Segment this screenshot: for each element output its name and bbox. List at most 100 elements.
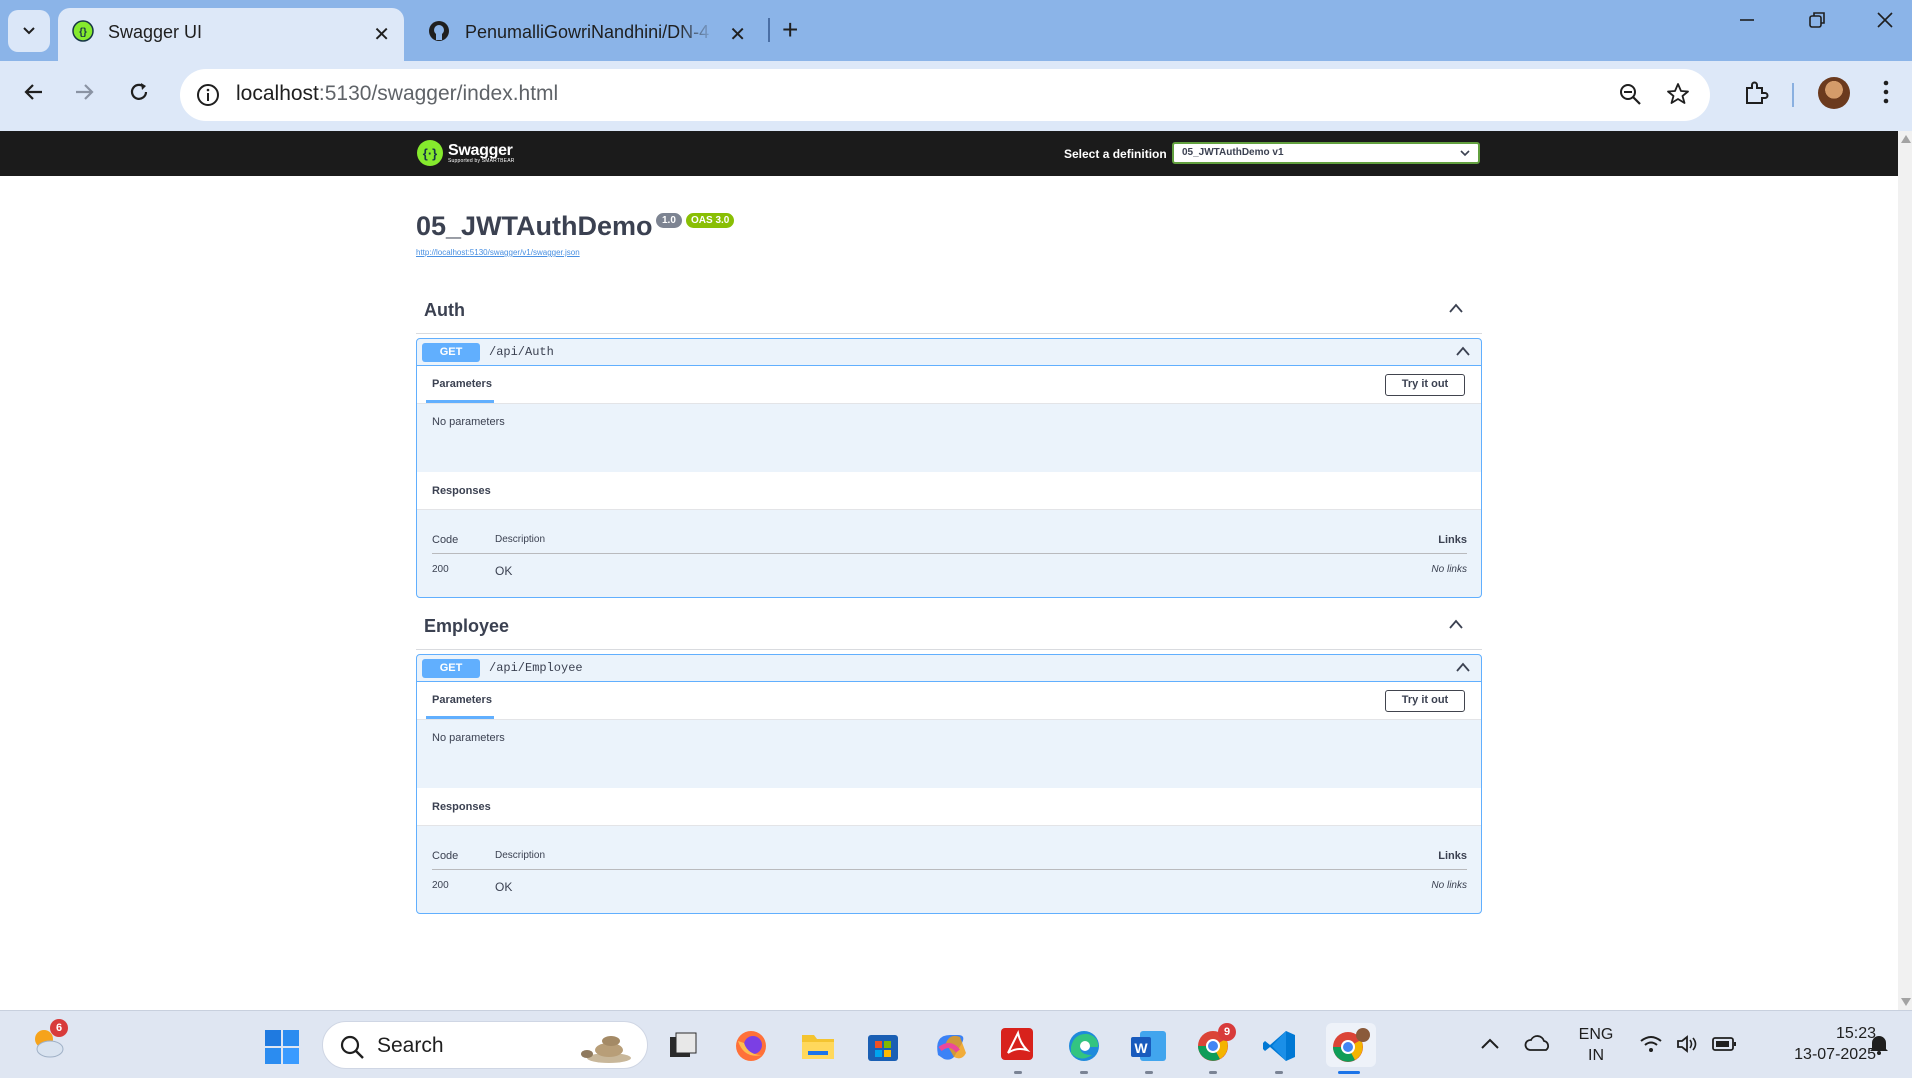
vscode-icon[interactable] (1262, 1029, 1296, 1063)
minimize-icon[interactable] (1738, 10, 1756, 30)
response-description: OK (495, 880, 513, 894)
zoom-icon[interactable] (1618, 82, 1642, 106)
tab-underline (426, 716, 494, 719)
search-highlight-image-icon (573, 1028, 633, 1064)
clock-date: 13-07-2025 (1794, 1046, 1876, 1063)
tag-section-employee: Employee GET /api/Employee Parameters Tr… (416, 604, 1482, 914)
taskbar-search-box[interactable]: Search (322, 1021, 648, 1069)
back-arrow-icon[interactable] (22, 81, 44, 103)
select-definition-label: Select a definition (1064, 147, 1167, 161)
chrome-badge: 9 (1218, 1023, 1236, 1041)
close-tab-icon[interactable]: ✕ (373, 22, 390, 47)
operation-get-employee: GET /api/Employee Parameters Try it out … (416, 654, 1482, 914)
api-title: 05_JWTAuthDemo (416, 211, 653, 241)
running-indicator (1145, 1071, 1153, 1074)
notification-bell-icon[interactable] (1868, 1033, 1890, 1055)
response-code: 200 (432, 564, 449, 575)
new-tab-icon[interactable]: + (782, 14, 798, 46)
logo-main-text: Swagger (448, 141, 513, 159)
responses-table: Code Description Links 200 OK No links (417, 826, 1481, 913)
tab-swagger-ui[interactable]: {} Swagger UI ✕ (58, 8, 404, 61)
reload-icon[interactable] (128, 81, 150, 103)
swagger-logo-icon: {·} (417, 140, 443, 166)
close-window-icon[interactable] (1876, 10, 1894, 30)
tag-header-auth[interactable]: Auth (416, 288, 1482, 334)
tab-search-button[interactable] (8, 10, 50, 52)
page-scrollbar[interactable] (1898, 131, 1912, 1010)
tag-name: Employee (424, 616, 510, 636)
no-parameters-text: No parameters (432, 416, 505, 428)
bookmark-star-icon[interactable] (1666, 82, 1690, 106)
language-indicator[interactable]: ENG IN (1574, 1024, 1618, 1066)
onedrive-cloud-icon[interactable] (1524, 1033, 1552, 1053)
tab-github[interactable]: PenumalliGowriNandhini/DN-4 ✕ (418, 8, 756, 54)
svg-text:{}: {} (79, 27, 87, 38)
col-code-header: Code (432, 850, 459, 862)
browser-tab-strip: {} Swagger UI ✕ PenumalliGowriNandhini/D… (0, 0, 1912, 61)
forward-arrow-icon[interactable] (74, 81, 96, 103)
edge-browser-icon[interactable] (1066, 1029, 1102, 1063)
tab-parameters[interactable]: Parameters (432, 378, 492, 390)
show-hidden-icons-icon[interactable] (1480, 1037, 1500, 1051)
operation-get-auth: GET /api/Auth Parameters Try it out No p… (416, 338, 1482, 598)
logo-sub-text: Supported by SMARTBEAR (448, 157, 515, 164)
url-text[interactable]: localhost:5130/swagger/index.html (236, 82, 558, 106)
file-explorer-icon[interactable] (800, 1029, 836, 1063)
table-divider (432, 869, 1467, 870)
clock[interactable]: 15:23 13-07-2025 (1786, 1023, 1876, 1065)
responses-label: Responses (432, 485, 491, 497)
restore-icon[interactable] (1808, 10, 1826, 30)
chevron-up-icon (1449, 303, 1463, 313)
try-it-out-button[interactable]: Try it out (1385, 374, 1465, 396)
word-icon[interactable]: W (1130, 1029, 1168, 1063)
table-divider (432, 553, 1467, 554)
col-links-header: Links (1438, 850, 1467, 862)
tab-parameters[interactable]: Parameters (432, 694, 492, 706)
tag-name: Auth (424, 300, 465, 320)
site-info-icon[interactable] (196, 83, 220, 107)
region-code: IN (1588, 1047, 1604, 1064)
responses-header: Responses (417, 788, 1481, 826)
extensions-puzzle-icon[interactable] (1742, 79, 1770, 107)
windows-start-icon[interactable] (264, 1029, 300, 1065)
close-tab-icon[interactable]: ✕ (729, 22, 746, 47)
volume-icon[interactable] (1676, 1035, 1698, 1053)
responses-header: Responses (417, 472, 1481, 510)
copilot-icon[interactable] (932, 1029, 968, 1063)
svg-text:{·}: {·} (423, 146, 437, 161)
more-menu-icon[interactable] (1882, 79, 1890, 105)
swagger-page: {·} Swagger Supported by SMARTBEAR Selec… (0, 131, 1898, 1010)
wifi-icon[interactable] (1640, 1035, 1662, 1053)
operation-summary[interactable]: GET /api/Employee (417, 655, 1481, 682)
swagger-logo[interactable]: {·} Swagger Supported by SMARTBEAR (416, 139, 515, 167)
battery-icon[interactable] (1712, 1035, 1738, 1053)
response-code: 200 (432, 880, 449, 891)
operation-summary[interactable]: GET /api/Auth (417, 339, 1481, 366)
clock-time: 15:23 (1835, 1025, 1876, 1042)
tab-title: PenumalliGowriNandhini/DN-4 (465, 22, 710, 42)
weather-widget-icon[interactable]: 6 (30, 1019, 68, 1061)
firefox-icon[interactable] (734, 1029, 768, 1063)
scroll-up-arrow-icon[interactable] (1901, 135, 1911, 143)
profile-avatar[interactable] (1818, 77, 1850, 109)
response-description: OK (495, 564, 513, 578)
tag-header-employee[interactable]: Employee (416, 604, 1482, 650)
col-code-header: Code (432, 534, 459, 546)
response-links: No links (1431, 564, 1467, 575)
microsoft-store-icon[interactable] (866, 1029, 900, 1063)
address-bar[interactable]: localhost:5130/swagger/index.html (180, 69, 1710, 121)
spec-url-link[interactable]: http://localhost:5130/swagger/v1/swagger… (416, 248, 580, 257)
definition-select[interactable]: 05_JWTAuthDemo v1 (1172, 142, 1480, 164)
browser-toolbar: localhost:5130/swagger/index.html (0, 61, 1912, 131)
parameters-body: No parameters (417, 720, 1481, 788)
chrome-icon[interactable]: 9 (1196, 1023, 1236, 1063)
acrobat-reader-icon[interactable] (1000, 1027, 1034, 1063)
col-links-header: Links (1438, 534, 1467, 546)
chrome-profile-icon[interactable] (1326, 1023, 1376, 1067)
svg-text:W: W (1134, 1040, 1148, 1056)
running-indicator (1080, 1071, 1088, 1074)
scroll-down-arrow-icon[interactable] (1901, 998, 1911, 1006)
responses-label: Responses (432, 801, 491, 813)
try-it-out-button[interactable]: Try it out (1385, 690, 1465, 712)
task-view-icon[interactable] (668, 1031, 698, 1061)
